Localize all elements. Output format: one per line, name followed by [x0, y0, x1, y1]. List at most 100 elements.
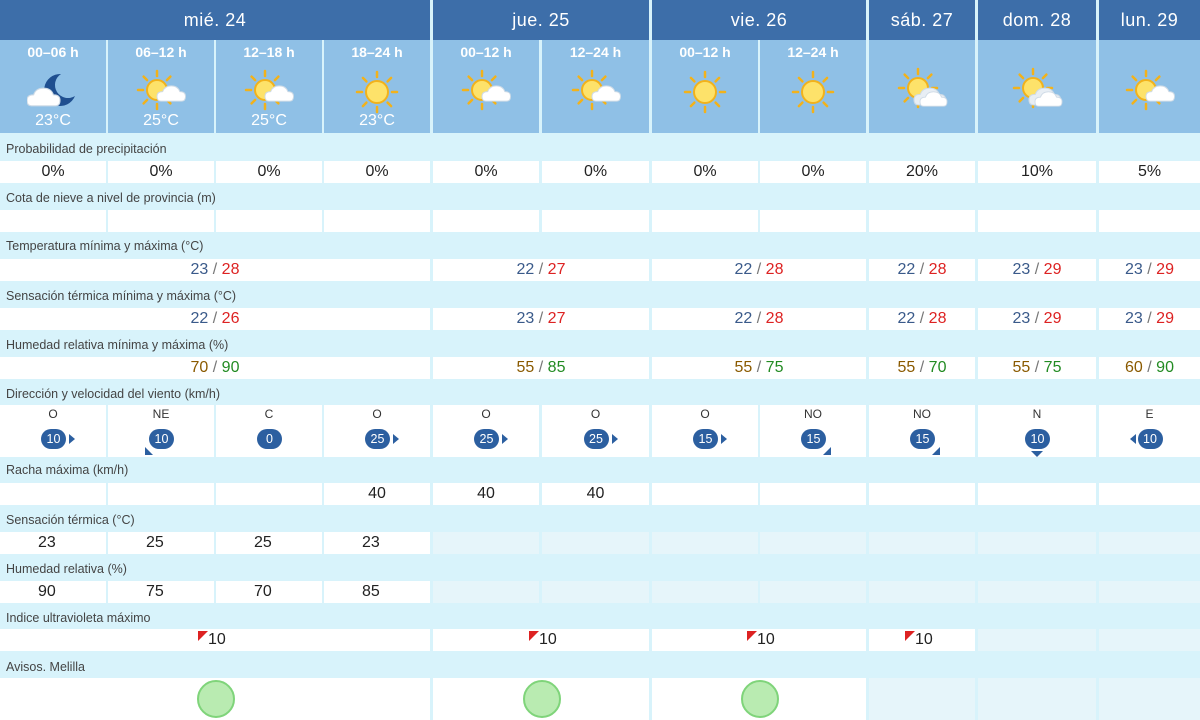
alert-cell[interactable] [433, 678, 649, 720]
period-cell: 12–24 h [760, 40, 866, 133]
period-temp: 25°C [143, 112, 179, 129]
uv-cell: 10 [652, 629, 866, 651]
minmax-value: 70 / 90 [0, 358, 430, 378]
value-cell: 70 [216, 581, 322, 603]
max-value: 75 [1043, 359, 1062, 376]
row-label: Racha máxima (km/h) [6, 463, 129, 477]
value-cell [978, 483, 1096, 505]
value-cell: 0% [108, 161, 214, 183]
value-cell: 0% [324, 161, 430, 183]
separator: / [208, 310, 222, 327]
uv-warning-icon [747, 631, 757, 641]
value-cell: 22 / 27 [433, 259, 649, 281]
minmax-value: 22 / 28 [869, 260, 975, 280]
period-label: 06–12 h [135, 44, 187, 60]
green-alert-icon[interactable] [523, 680, 561, 718]
period-cell [1099, 40, 1200, 133]
value-cell: 55 / 70 [869, 357, 975, 379]
day-header[interactable]: vie. 26 [652, 0, 866, 40]
max-value: 28 [765, 261, 784, 278]
wind-direction: NO [913, 407, 931, 421]
value-cell: 0% [0, 161, 106, 183]
period-cell: 18–24 h 23°C [324, 40, 430, 133]
min-value: 70 [190, 359, 209, 376]
value-cell: 75 [108, 581, 214, 603]
cell-value: 0% [693, 163, 717, 180]
max-value: 29 [1156, 261, 1174, 278]
value-cell: 25 [108, 532, 214, 554]
separator: / [534, 261, 548, 278]
wind-speed-badge: 25 [474, 429, 499, 449]
row-label: Humedad relativa mínima y máxima (%) [6, 338, 229, 352]
value-cell: 55 / 85 [433, 357, 649, 379]
sun-icon [351, 66, 403, 118]
day-header[interactable]: jue. 25 [433, 0, 649, 40]
value-cell: 0% [433, 161, 539, 183]
wind-cell: N 10 [978, 405, 1096, 457]
green-alert-icon[interactable] [197, 680, 235, 718]
sun-cloud-icon [243, 66, 295, 118]
value-cell [1099, 532, 1200, 554]
separator: / [1030, 359, 1044, 376]
min-value: 22 [516, 261, 535, 278]
value-cell: 0% [216, 161, 322, 183]
day-header[interactable]: mié. 24 [0, 0, 430, 40]
cell-value: 5% [1137, 163, 1162, 180]
period-label: 12–18 h [243, 44, 295, 60]
max-value: 29 [1043, 310, 1062, 327]
wind-cell: NO 15 [869, 405, 975, 457]
minmax-value: 60 / 90 [1099, 358, 1200, 378]
period-temp: 23°C [359, 112, 395, 129]
separator: / [1030, 310, 1044, 327]
minmax-value: 55 / 75 [978, 358, 1096, 378]
cell-value: 0% [583, 163, 608, 180]
wind-arrow-icon [502, 434, 508, 444]
min-value: 23 [1125, 261, 1143, 278]
value-cell: 23 / 29 [978, 259, 1096, 281]
day-label: dom. 28 [1002, 9, 1072, 30]
value-cell [978, 532, 1096, 554]
minmax-value: 22 / 26 [0, 309, 430, 329]
alert-cell [1099, 678, 1200, 720]
cell-value: 0% [474, 163, 498, 180]
cell-value: 40 [477, 485, 495, 502]
cell-value: 90 [38, 583, 56, 600]
min-value: 22 [734, 261, 753, 278]
value-cell [652, 483, 758, 505]
wind-arrow-icon [1129, 434, 1136, 444]
value-cell [108, 483, 214, 505]
value-cell [652, 532, 758, 554]
row-label: Sensación térmica (°C) [6, 513, 135, 527]
day-header[interactable]: sáb. 27 [869, 0, 975, 40]
minmax-value: 23 / 27 [433, 309, 649, 329]
value-cell [108, 210, 214, 232]
wind-direction: O [372, 407, 382, 421]
min-value: 55 [897, 359, 916, 376]
green-alert-icon[interactable] [741, 680, 779, 718]
minmax-value: 22 / 28 [869, 309, 975, 329]
cell-value: 0% [801, 163, 825, 180]
period-cell: 06–12 h 25°C [108, 40, 214, 133]
alert-cell[interactable] [652, 678, 866, 720]
separator: / [915, 359, 929, 376]
alert-cell[interactable] [0, 678, 430, 720]
wind-cell: NE 10 [108, 405, 214, 457]
cell-value: 25 [146, 534, 164, 551]
period-label: 12–24 h [787, 44, 839, 60]
wind-direction: O [48, 407, 58, 421]
separator: / [752, 261, 766, 278]
day-header[interactable]: dom. 28 [978, 0, 1096, 40]
max-value: 27 [547, 261, 566, 278]
minmax-value: 55 / 70 [869, 358, 975, 378]
day-header[interactable]: lun. 29 [1099, 0, 1200, 40]
wind-speed-badge: 10 [41, 429, 66, 449]
uv-cell: 10 [0, 629, 430, 651]
value-cell [0, 483, 106, 505]
wind-direction: N [1032, 407, 1042, 421]
minmax-value: 55 / 85 [433, 358, 649, 378]
cell-value: 75 [146, 583, 164, 600]
moon-cloud-icon [26, 66, 79, 118]
wind-direction: NE [152, 407, 170, 421]
day-label: mié. 24 [183, 9, 247, 30]
sun-clouds-icon [896, 66, 948, 118]
